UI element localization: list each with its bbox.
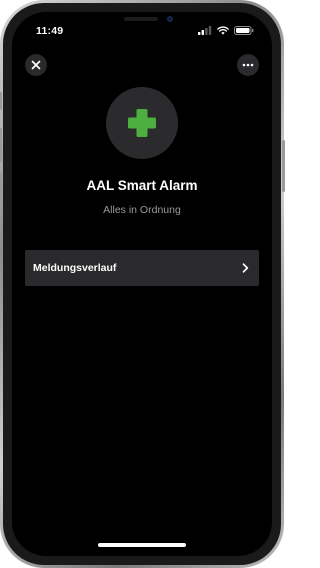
side-button-volume-down bbox=[0, 172, 2, 206]
menu-item-meldungsverlauf[interactable]: Meldungsverlauf bbox=[25, 250, 259, 286]
device-name: AAL Smart Alarm bbox=[86, 178, 198, 193]
status-icons bbox=[198, 26, 254, 35]
chevron-right-icon bbox=[242, 263, 249, 273]
more-horizontal-icon bbox=[242, 63, 254, 67]
side-button-volume-up bbox=[0, 128, 2, 162]
home-indicator[interactable] bbox=[98, 543, 186, 547]
side-button-power bbox=[282, 140, 285, 192]
close-button[interactable] bbox=[25, 54, 47, 76]
device-status: Alles in Ordnung bbox=[103, 204, 181, 216]
green-cross-icon bbox=[128, 109, 156, 137]
status-bar: 11:49 bbox=[12, 12, 272, 48]
wifi-icon bbox=[217, 26, 229, 35]
cellular-signal-icon bbox=[198, 26, 212, 35]
device-icon-badge bbox=[106, 87, 178, 159]
status-time: 11:49 bbox=[36, 25, 64, 37]
battery-icon bbox=[234, 26, 254, 35]
menu-item-label: Meldungsverlauf bbox=[33, 262, 117, 274]
side-button-silent bbox=[0, 92, 2, 110]
close-icon bbox=[31, 60, 41, 70]
phone-frame: 11:49 AAL Smart Alarm Alles in Ordnung M… bbox=[0, 0, 285, 568]
app-screen: 11:49 AAL Smart Alarm Alles in Ordnung M… bbox=[12, 12, 272, 556]
more-options-button[interactable] bbox=[237, 54, 259, 76]
